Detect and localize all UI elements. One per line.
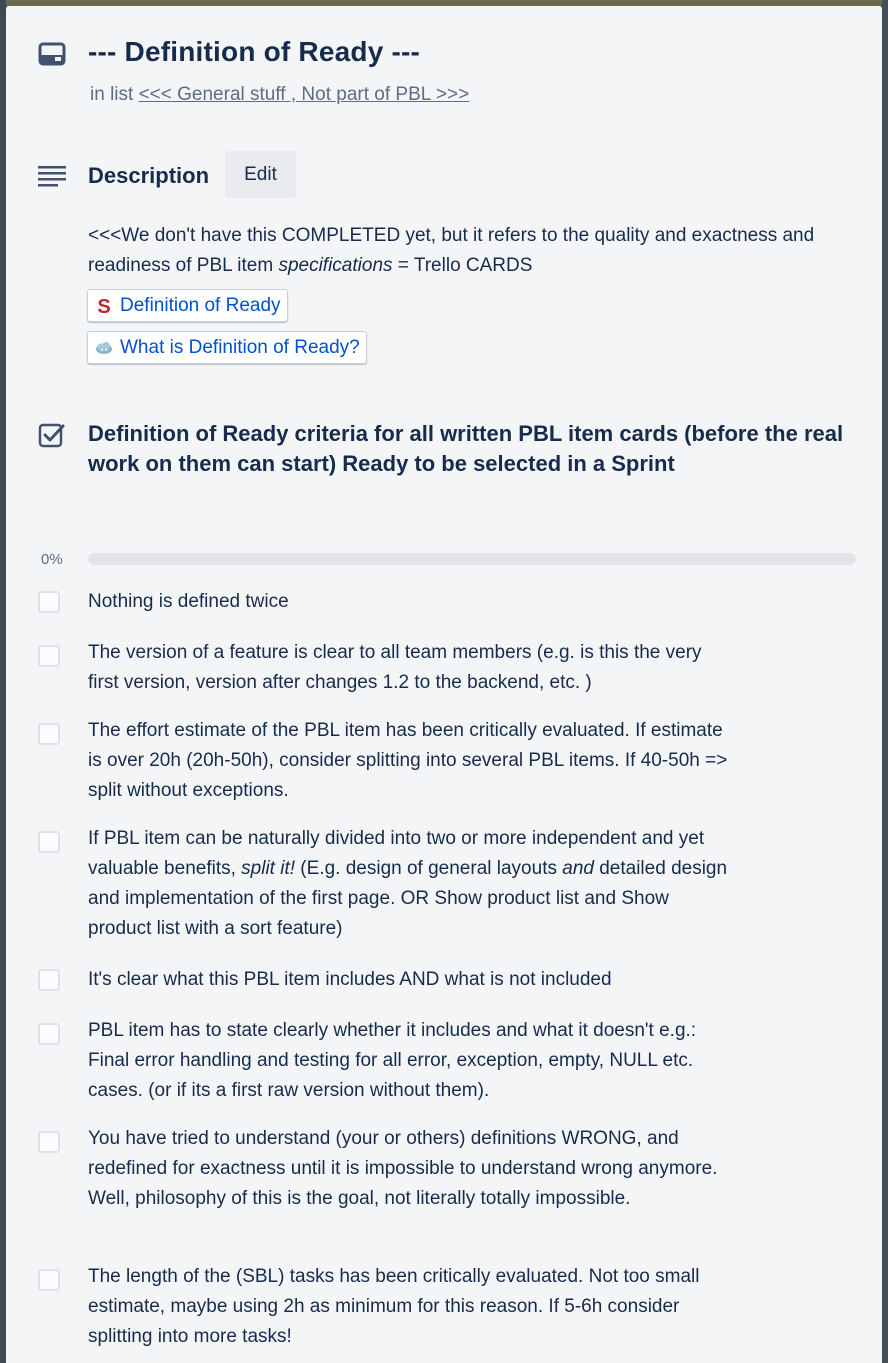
checklist-title[interactable]: Definition of Ready criteria for all wri… bbox=[88, 419, 848, 479]
link-chip-label: Definition of Ready bbox=[120, 294, 281, 316]
link-chip-what-is-definition-of-ready[interactable]: What is Definition of Ready? bbox=[87, 331, 367, 364]
scrum-s-icon: S bbox=[94, 296, 114, 316]
checklist-item-text[interactable]: The version of a feature is clear to all… bbox=[88, 638, 728, 698]
checklist-item-checkbox[interactable] bbox=[38, 831, 60, 853]
card-title[interactable]: --- Definition of Ready --- bbox=[88, 36, 420, 68]
checklist-item-italic-a: split it! bbox=[241, 858, 296, 879]
checklist-progress-percent: 0% bbox=[41, 551, 63, 568]
checklist-item-checkbox[interactable] bbox=[38, 1269, 60, 1291]
list-breadcrumb: in list <<< General stuff , Not part of … bbox=[90, 84, 469, 106]
checklist-item-text[interactable]: If PBL item can be naturally divided int… bbox=[88, 824, 728, 944]
checklist-icon bbox=[38, 422, 66, 453]
in-list-prefix: in list bbox=[90, 84, 134, 105]
card-detail-modal: --- Definition of Ready --- in list <<< … bbox=[6, 6, 882, 1363]
checklist-item-text[interactable]: It's clear what this PBL item includes A… bbox=[88, 965, 728, 995]
description-text[interactable]: <<<We don't have this COMPLETED yet, but… bbox=[88, 221, 858, 281]
checklist-item-text-b: (E.g. design of general layouts bbox=[295, 858, 563, 879]
description-text-italic: specifications bbox=[278, 255, 393, 276]
checklist-item-text[interactable]: You have tried to understand (your or ot… bbox=[88, 1124, 728, 1214]
checklist-item-checkbox[interactable] bbox=[38, 645, 60, 667]
checklist-item-checkbox[interactable] bbox=[38, 969, 60, 991]
svg-text:S: S bbox=[97, 296, 110, 316]
card-icon bbox=[38, 42, 66, 71]
link-chip-label: What is Definition of Ready? bbox=[120, 336, 360, 358]
list-name-link[interactable]: <<< General stuff , Not part of PBL >>> bbox=[139, 84, 470, 105]
checklist-item-checkbox[interactable] bbox=[38, 1023, 60, 1045]
checklist-item-text[interactable]: Nothing is defined twice bbox=[88, 587, 728, 617]
checklist-progress-bar bbox=[88, 553, 856, 565]
cloud-icon bbox=[94, 338, 114, 358]
checklist-item-text[interactable]: The length of the (SBL) tasks has been c… bbox=[88, 1262, 728, 1352]
checklist-item-checkbox[interactable] bbox=[38, 723, 60, 745]
link-chip-definition-of-ready[interactable]: S Definition of Ready bbox=[87, 289, 288, 322]
edit-description-button[interactable]: Edit bbox=[225, 151, 296, 198]
description-icon bbox=[38, 164, 66, 193]
checklist-item-checkbox[interactable] bbox=[38, 591, 60, 613]
checklist-item-text[interactable]: The effort estimate of the PBL item has … bbox=[88, 716, 728, 806]
checklist-item-text[interactable]: PBL item has to state clearly whether it… bbox=[88, 1016, 728, 1106]
description-heading: Description bbox=[88, 163, 210, 188]
board-backdrop-right bbox=[882, 0, 888, 1363]
description-text-part2: = Trello CARDS bbox=[392, 255, 533, 276]
checklist-item-checkbox[interactable] bbox=[38, 1131, 60, 1153]
checklist-item-italic-b: and bbox=[562, 858, 594, 879]
